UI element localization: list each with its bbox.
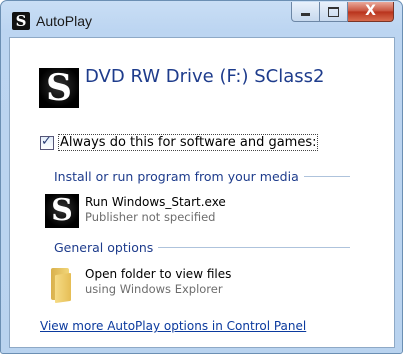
close-button[interactable]: X [348,2,394,22]
program-logo-letter: S [51,193,73,228]
minimize-button[interactable] [291,2,320,22]
open-folder-option[interactable]: Open folder to view files using Windows … [45,266,231,304]
title-bar[interactable]: S AutoPlay X [1,1,402,37]
section-divider [158,247,350,248]
maximize-icon [328,7,339,17]
maximize-button[interactable] [320,2,348,22]
control-panel-link[interactable]: View more AutoPlay options in Control Pa… [40,319,306,333]
caption-buttons: X [291,2,394,22]
run-program-publisher: Publisher not specified [85,210,216,224]
folder-front [55,272,71,304]
autoplay-window: S AutoPlay X S DVD RW Drive (F:) SClass2… [0,0,403,354]
install-section-header: Install or run program from your media [54,169,350,184]
open-folder-text: Open folder to view files using Windows … [85,266,231,296]
section-divider [303,176,350,177]
window-title: AutoPlay [36,13,93,29]
device-logo-icon: S [39,68,79,108]
always-do-this-label[interactable]: Always do this for software and games: [58,134,319,151]
run-program-title: Run Windows_Start.exe [85,195,226,209]
close-icon: X [365,3,376,19]
open-folder-title: Open folder to view files [85,267,232,281]
install-section-title: Install or run program from your media [54,169,299,184]
app-icon: S [12,12,30,30]
checkmark-icon: ✓ [41,133,52,149]
device-title: DVD RW Drive (F:) SClass2 [85,66,325,87]
always-do-this-row[interactable]: ✓ Always do this for software and games: [40,133,319,151]
run-program-text: Run Windows_Start.exe Publisher not spec… [85,194,226,224]
general-section-header: General options [54,240,350,255]
program-logo-icon: S [45,194,79,228]
general-section-title: General options [54,240,154,255]
folder-icon [45,266,79,304]
dialog-content: S DVD RW Drive (F:) SClass2 ✓ Always do … [9,37,395,348]
open-folder-subtitle: using Windows Explorer [85,282,223,296]
device-logo-letter: S [46,67,72,109]
minimize-icon [301,13,310,16]
run-program-option[interactable]: S Run Windows_Start.exe Publisher not sp… [45,194,226,228]
always-do-this-checkbox[interactable]: ✓ [40,133,54,150]
